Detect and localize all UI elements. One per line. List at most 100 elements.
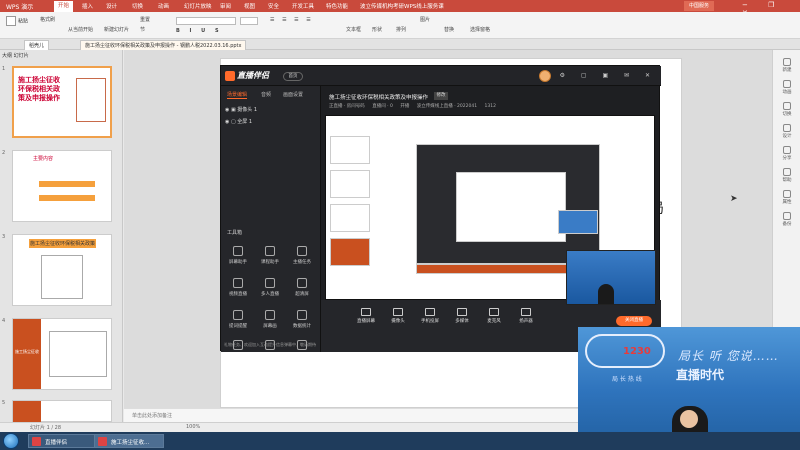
menu-tab-home[interactable]: 开始 (54, 1, 74, 12)
shape-button[interactable]: 形状 (372, 26, 382, 33)
tool-hd-screen[interactable]: 超清屏 (287, 278, 317, 297)
screen-icon (361, 308, 371, 316)
wps-icon (98, 437, 107, 446)
menu-tab-view[interactable]: 视图 (244, 2, 255, 10)
edit-title-button[interactable]: 修改 (434, 92, 448, 100)
menu-tab-insert[interactable]: 插入 (82, 2, 93, 10)
from-current-button[interactable]: 从当前开始 (68, 26, 93, 33)
avatar[interactable] (539, 70, 551, 82)
share-icon (783, 146, 791, 154)
logo-mark-icon (225, 70, 235, 81)
panel-header[interactable]: 大纲 幻灯片 (2, 52, 29, 59)
format-painter-button[interactable]: 格式刷 (40, 16, 55, 23)
paste-icon (6, 16, 16, 26)
select-pane-button[interactable]: 选择窗格 (470, 26, 490, 33)
start-button[interactable] (3, 433, 19, 449)
btn-phone-cast[interactable]: 手机投屏 (415, 308, 445, 324)
sidebar-share[interactable]: 分享 (777, 146, 797, 161)
home-button[interactable]: 首页 (283, 72, 303, 81)
sidebar-transition[interactable]: 切换 (777, 102, 797, 117)
thumb-num: 2 (2, 150, 6, 156)
reset-button[interactable]: 重置 (140, 16, 150, 23)
thumb-bar (39, 181, 95, 187)
font-name-select[interactable] (176, 17, 236, 25)
nested-thumb (330, 238, 370, 266)
menu-tab-slideshow[interactable]: 幻灯片放映 (184, 2, 212, 10)
arrange-button[interactable]: 排列 (396, 26, 406, 33)
menu-tab-review[interactable]: 审阅 (220, 2, 231, 10)
start-info: 开播 (400, 104, 410, 109)
tab-audio[interactable]: 音频 (261, 91, 271, 98)
menu-tab-security[interactable]: 安全 (268, 2, 279, 10)
microphone-icon (489, 308, 499, 316)
sidebar-animation[interactable]: 动画 (777, 80, 797, 95)
scene-camera[interactable]: ◉ ▣ 摄像头 1 (225, 106, 257, 113)
tool-statistics[interactable]: 数据统计 (287, 310, 317, 329)
paragraph-buttons[interactable]: ☰ ☰ ☰ ☰ (270, 17, 314, 23)
live-status: 正直播 · 房间号码 (329, 104, 365, 109)
animation-icon (783, 80, 791, 88)
slide-counter: 幻灯片 1 / 28 (30, 425, 61, 431)
tool-host-task[interactable]: 主播任务 (287, 246, 317, 265)
btn-camera[interactable]: 摄像头 (383, 308, 413, 324)
scene-fullscreen[interactable]: ◉ ▢ 全屏 1 (225, 118, 252, 125)
thumb-box (76, 78, 106, 122)
slide-thumbnail-5[interactable] (12, 400, 112, 423)
sidebar-backup[interactable]: 备份 (777, 212, 797, 227)
menu-tab-transition[interactable]: 切换 (132, 2, 143, 10)
tool-video-live[interactable]: 视频直播 (223, 278, 253, 297)
stream-logo: 直播伴侣 (225, 70, 269, 81)
menu-tab-developer[interactable]: 开发工具 (292, 2, 314, 10)
tool-course-assistant[interactable]: 课程助手 (255, 246, 285, 265)
slide-thumbnail-3[interactable]: 施工扬尘征收环保税相关政策 (12, 234, 112, 306)
btn-speaker[interactable]: 扬声器 (511, 308, 541, 324)
sidebar-new[interactable]: 新建 (777, 58, 797, 73)
tab-picture-settings[interactable]: 画面设置 (283, 91, 303, 98)
app-name[interactable]: WPS 演示 (6, 2, 33, 11)
tab-current-document[interactable]: 施工扬尘征收环保税相关政策及申报操作 - 钢鹏人税2022.03.16.pptx (80, 40, 247, 50)
new-slide-button[interactable]: 新建幻灯片 (104, 26, 129, 33)
replace-button[interactable]: 替换 (444, 26, 454, 33)
thumb-title: 施工扬尘征收 (15, 349, 39, 354)
slide-thumbnail-4[interactable]: 施工扬尘征收 (12, 318, 112, 390)
sidebar-properties[interactable]: 属性 (777, 190, 797, 205)
font-style-buttons[interactable]: B I U S (176, 28, 223, 34)
channel-info: 波立传媒线上直播 · 2022041 (416, 104, 478, 109)
zoom-level[interactable]: 100% (186, 424, 200, 430)
screen-icon (233, 246, 243, 256)
tool-prompter[interactable]: 提词提醒 (223, 310, 253, 329)
btn-live-screen[interactable]: 直播屏幕 (351, 308, 381, 324)
section-button[interactable]: 节 (140, 26, 145, 33)
taskbar-item-stream[interactable]: 直播伴侣 (28, 434, 98, 448)
tool-multi-live[interactable]: 多人直播 (255, 278, 285, 297)
paste-button[interactable]: 粘贴 (6, 16, 28, 26)
textbox-button[interactable]: 文本框 (346, 26, 361, 33)
menu-tab-design[interactable]: 设计 (106, 2, 117, 10)
picture-button[interactable]: 图片 (420, 16, 430, 23)
font-size-select[interactable] (240, 17, 258, 25)
window-toolbar-icons[interactable]: ⚙ ▢ ▣ ✉ ✕ (560, 72, 657, 79)
tab-scene-edit[interactable]: 场景编辑 (227, 91, 248, 99)
menu-tab-animation[interactable]: 动画 (158, 2, 169, 10)
sidebar-help[interactable]: 帮助 (777, 168, 797, 183)
tool-screen-assistant[interactable]: 屏幕助手 (223, 246, 253, 265)
viewer-count: 1312 (484, 104, 496, 109)
taskbar-item-wps[interactable]: 施工扬尘征收... (94, 434, 164, 448)
slide-thumbnail-2[interactable]: 主要内容 (12, 150, 112, 222)
sidebar-design[interactable]: 设计 (777, 124, 797, 139)
help-icon (783, 168, 791, 176)
user-button[interactable]: 中国服务 (684, 1, 714, 11)
tab-docer[interactable]: 稻壳儿 (24, 40, 50, 50)
course-icon (265, 246, 275, 256)
stream-title: 施工扬尘征收环保税相关政策及申报操作 (329, 95, 429, 101)
tool-screen-draw[interactable]: 屏幕画 (255, 310, 285, 329)
multi-user-icon (265, 278, 275, 288)
slide-thumbnail-1[interactable]: 施工扬尘征收环保税相关政策及申报操作 (12, 66, 112, 138)
btn-microphone[interactable]: 麦克风 (479, 308, 509, 324)
menu-tab-features[interactable]: 特色功能 (326, 2, 348, 10)
menu-tab-course[interactable]: 波立传媒机构考研WPS线上服务课 (360, 2, 444, 10)
window-controls[interactable]: − ❐ ✕ (742, 1, 796, 17)
go-live-button[interactable]: 关闭直播 (616, 316, 652, 326)
thumb-num: 3 (2, 234, 6, 240)
btn-media[interactable]: 多媒体 (447, 308, 477, 324)
